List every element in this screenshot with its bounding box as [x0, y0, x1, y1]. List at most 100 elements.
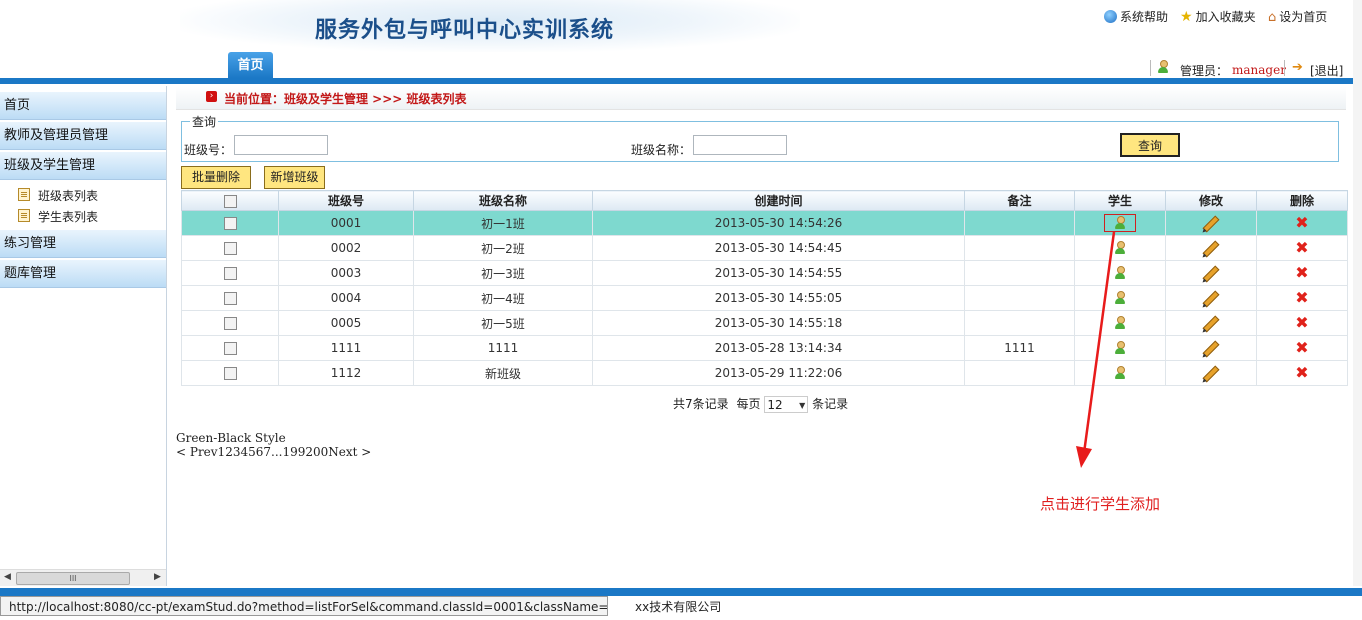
class-name-cell: 初一2班: [413, 235, 593, 261]
pager: 共7条记录 每页 12 条记录: [673, 395, 848, 414]
column-header: 班级名称: [413, 190, 593, 211]
per-page-select[interactable]: 12: [764, 396, 809, 414]
row-select-cell: [181, 310, 279, 336]
delete-x-icon[interactable]: ✖: [1295, 215, 1308, 231]
column-header: 学生: [1074, 190, 1166, 211]
delete-x-icon[interactable]: ✖: [1295, 315, 1308, 331]
created-time-cell: 2013-05-30 14:55:05: [592, 285, 965, 311]
note-cell: [964, 260, 1075, 286]
scroll-left-icon[interactable]: ◀: [4, 572, 11, 582]
edit-cell: [1165, 235, 1257, 261]
row-select-cell: [181, 285, 279, 311]
page-links[interactable]: < Prev1234567...199200Next >: [176, 445, 371, 459]
edit-pencil-icon[interactable]: [1202, 265, 1220, 282]
admin-name: manager: [1232, 63, 1286, 77]
row-checkbox[interactable]: [223, 367, 237, 380]
delete-x-icon[interactable]: ✖: [1295, 290, 1308, 306]
add-class-button[interactable]: 新增班级: [264, 166, 325, 189]
note-cell: [964, 285, 1075, 311]
select-all-header: [181, 190, 279, 211]
delete-x-icon[interactable]: ✖: [1295, 340, 1308, 356]
edit-pencil-icon[interactable]: [1202, 340, 1220, 357]
table-row: 0004 初一4班 2013-05-30 14:55:05 ✖: [181, 285, 1348, 311]
column-header: 修改: [1165, 190, 1257, 211]
class-no-label: 班级号：: [184, 143, 233, 157]
divider: [1150, 60, 1151, 76]
class-no-cell: 1111: [278, 335, 414, 361]
created-time-cell: 2013-05-29 11:22:06: [592, 360, 965, 386]
edit-pencil-icon[interactable]: [1202, 315, 1220, 332]
row-select-cell: [181, 360, 279, 386]
note-cell: [964, 360, 1075, 386]
sidebar-horizontal-scrollbar[interactable]: ◀ III ▶: [0, 569, 166, 586]
help-link-label: 系统帮助: [1120, 10, 1169, 24]
delete-cell: ✖: [1256, 260, 1348, 286]
sidebar-item-question-bank[interactable]: 题库管理: [0, 260, 166, 288]
class-name-input[interactable]: [693, 135, 787, 155]
breadcrumb-arrow-icon: ›: [206, 91, 217, 102]
house-icon: ⌂: [1268, 10, 1277, 25]
annotation-text: 点击进行学生添加: [1040, 495, 1161, 513]
scrollbar-thumb[interactable]: III: [16, 572, 130, 585]
select-all-checkbox[interactable]: [223, 194, 237, 208]
copyright: xx技术有限公司: [635, 600, 722, 614]
class-no-cell: 0004: [278, 285, 414, 311]
delete-x-icon[interactable]: ✖: [1295, 265, 1308, 281]
delete-x-icon[interactable]: ✖: [1295, 365, 1308, 381]
row-checkbox[interactable]: [223, 217, 237, 230]
row-checkbox[interactable]: [223, 317, 237, 330]
column-header: 备注: [964, 190, 1075, 211]
tab-home[interactable]: 首页: [228, 52, 273, 78]
nav-bar: [0, 78, 1362, 84]
class-no-cell: 0003: [278, 260, 414, 286]
delete-cell: ✖: [1256, 360, 1348, 386]
row-checkbox[interactable]: [223, 342, 237, 355]
edit-pencil-icon[interactable]: [1202, 240, 1220, 257]
page-vertical-scrollbar[interactable]: [1353, 0, 1362, 586]
sidebar-subitem-student-list[interactable]: 学生表列表: [18, 208, 98, 225]
star-icon: ★: [1180, 9, 1193, 25]
sidebar-item-home[interactable]: 首页: [0, 92, 166, 120]
status-bar-url: http://localhost:8080/cc-pt/examStud.do?…: [0, 596, 608, 616]
app-title: 服务外包与呼叫中心实训系统: [315, 18, 615, 43]
class-name-label: 班级名称：: [631, 143, 692, 157]
table-row: 1111 1111 2013-05-28 13:14:34 1111 ✖: [181, 335, 1348, 361]
favorites-link-label: 加入收藏夹: [1195, 10, 1256, 24]
note-cell: [964, 310, 1075, 336]
help-link[interactable]: 系统帮助: [1104, 8, 1168, 25]
class-name-cell: 新班级: [413, 360, 593, 386]
style-label: Green-Black Style: [176, 431, 286, 445]
note-cell: 1111: [964, 335, 1075, 361]
document-icon: [18, 209, 30, 222]
batch-delete-button[interactable]: 批量删除: [181, 166, 251, 189]
created-time-cell: 2013-05-30 14:55:18: [592, 310, 965, 336]
table-header-row: 班级号 班级名称 创建时间 备注 学生 修改 删除: [181, 190, 1348, 211]
help-icon: [1104, 10, 1117, 23]
annotation-arrow: [1076, 231, 1116, 468]
query-panel: 查询 班级号： 班级名称： 查询: [181, 113, 1339, 162]
edit-cell: [1165, 335, 1257, 361]
edit-pencil-icon[interactable]: [1202, 215, 1220, 232]
delete-x-icon[interactable]: ✖: [1295, 240, 1308, 256]
sidebar-item-teacher-admin[interactable]: 教师及管理员管理: [0, 122, 166, 150]
row-checkbox[interactable]: [223, 267, 237, 280]
edit-pencil-icon[interactable]: [1202, 365, 1220, 382]
edit-pencil-icon[interactable]: [1202, 290, 1220, 307]
row-checkbox[interactable]: [223, 292, 237, 305]
class-no-input[interactable]: [234, 135, 328, 155]
class-no-cell: 0001: [278, 210, 414, 236]
sidebar-item-class-student[interactable]: 班级及学生管理: [0, 152, 166, 180]
class-name-cell: 初一1班: [413, 210, 593, 236]
sidebar-item-practice[interactable]: 练习管理: [0, 230, 166, 258]
breadcrumb-text: 当前位置：班级及学生管理 >>> 班级表列表: [224, 92, 467, 106]
created-time-cell: 2013-05-30 14:54:55: [592, 260, 965, 286]
favorites-link[interactable]: ★ 加入收藏夹: [1180, 8, 1256, 25]
edit-cell: [1165, 260, 1257, 286]
sidebar-subitem-class-list[interactable]: 班级表列表: [18, 187, 98, 204]
delete-cell: ✖: [1256, 285, 1348, 311]
logout-link[interactable]: [退出]: [1310, 62, 1343, 79]
query-button[interactable]: 查询: [1120, 133, 1180, 157]
scroll-right-icon[interactable]: ▶: [154, 572, 161, 582]
homepage-link[interactable]: ⌂ 设为首页: [1268, 8, 1327, 25]
row-checkbox[interactable]: [223, 242, 237, 255]
